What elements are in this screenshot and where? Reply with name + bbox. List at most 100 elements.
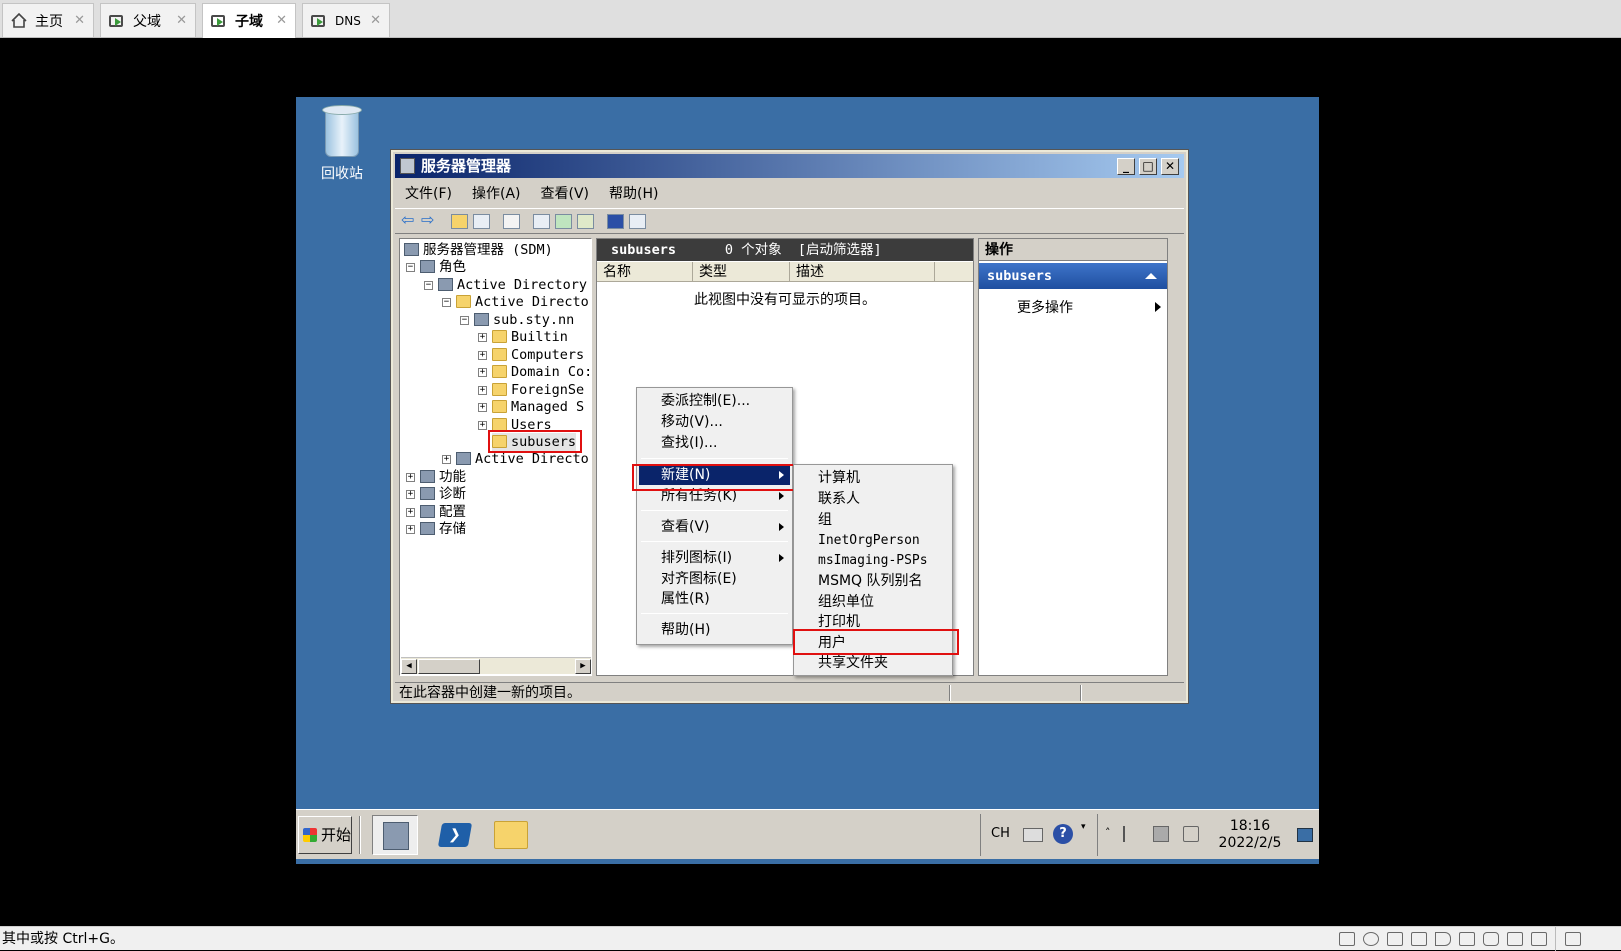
close-button[interactable]: ✕ — [1161, 158, 1179, 175]
tree-node-ad-ds[interactable]: Active Directory — [438, 276, 587, 294]
expand-icon[interactable]: + — [442, 455, 451, 464]
sound-icon[interactable] — [1435, 932, 1451, 946]
tree-node-managed-service[interactable]: Managed S — [492, 398, 584, 416]
tree-node-configuration[interactable]: 配置 — [420, 503, 466, 521]
console-tree[interactable]: 服务器管理器 (SDM) − 角色 − Active Directory − A… — [399, 238, 592, 676]
tree-node-ad-sites[interactable]: Active Directo — [456, 450, 589, 468]
menu-item-view[interactable]: 查看(V) — [639, 517, 790, 537]
usb-device-icon[interactable] — [1459, 932, 1475, 946]
menu-file[interactable]: 文件(F) — [395, 183, 462, 203]
close-icon[interactable]: ✕ — [74, 13, 85, 28]
column-header-description[interactable]: 描述 — [790, 262, 935, 282]
close-icon[interactable]: ✕ — [276, 13, 287, 28]
menu-item-arrange-icons[interactable]: 排列图标(I) — [639, 548, 790, 568]
menu-item-line-up-icons[interactable]: 对齐图标(E) — [639, 569, 790, 589]
action-pane-icon[interactable] — [629, 214, 646, 229]
menu-item-properties[interactable]: 属性(R) — [639, 589, 790, 609]
help-icon[interactable]: ? — [1053, 824, 1073, 844]
volume-muted-icon[interactable] — [1183, 826, 1199, 842]
menu-action[interactable]: 操作(A) — [462, 183, 531, 203]
options-chevron-icon[interactable]: ▾ — [1081, 822, 1086, 832]
server-manager-taskbar-icon[interactable] — [372, 815, 418, 855]
keyboard-icon[interactable] — [1023, 828, 1043, 842]
menu-view[interactable]: 查看(V) — [531, 183, 600, 203]
submenu-item-group[interactable]: 组 — [796, 510, 950, 530]
message-icon[interactable] — [1565, 932, 1581, 946]
expand-icon[interactable]: + — [406, 508, 415, 517]
display-icon[interactable] — [1531, 932, 1547, 946]
network-adapter-icon[interactable] — [1387, 932, 1403, 946]
tray-clock[interactable]: 18:16 2022/2/5 — [1215, 818, 1285, 852]
show-hidden-icons-icon[interactable]: ˄ — [1105, 826, 1111, 839]
submenu-item-computer[interactable]: 计算机 — [796, 468, 950, 488]
menu-item-help[interactable]: 帮助(H) — [639, 620, 790, 640]
menu-item-find[interactable]: 查找(I)... — [639, 433, 790, 453]
column-header-name[interactable]: 名称 — [597, 262, 693, 282]
expand-icon[interactable]: + — [478, 333, 487, 342]
tree-node-diagnostics[interactable]: 诊断 — [420, 485, 466, 503]
maximize-button[interactable]: □ — [1139, 158, 1157, 175]
close-icon[interactable]: ✕ — [176, 13, 187, 28]
column-header-type[interactable]: 类型 — [693, 262, 790, 282]
export-icon[interactable] — [577, 214, 594, 229]
host-tab-dns[interactable]: DNS ✕ — [302, 3, 390, 37]
submenu-item-msmq-alias[interactable]: MSMQ 队列别名 — [796, 571, 950, 591]
help-icon[interactable] — [607, 214, 624, 229]
expand-icon[interactable]: + — [478, 386, 487, 395]
submenu-item-ou[interactable]: 组织单位 — [796, 592, 950, 612]
scroll-left-arrow-icon[interactable]: ◀ — [401, 659, 417, 674]
tree-node-domain[interactable]: sub.sty.nn — [474, 311, 574, 329]
host-tab-parent-domain[interactable]: 父域 ✕ — [100, 3, 196, 37]
expand-icon[interactable]: + — [406, 525, 415, 534]
collapse-icon[interactable]: − — [406, 263, 415, 272]
expand-icon[interactable]: + — [478, 351, 487, 360]
window-titlebar[interactable]: 服务器管理器 _ □ ✕ — [395, 154, 1184, 178]
tree-node-features[interactable]: 功能 — [420, 468, 466, 486]
tree-node-server-manager[interactable]: 服务器管理器 (SDM) — [404, 241, 553, 259]
collapse-icon[interactable]: − — [442, 298, 451, 307]
vm-desktop[interactable]: 回收站 服务器管理器 _ □ ✕ 文件(F) 操作(A) 查看(V) 帮助(H)… — [296, 97, 1319, 864]
scroll-thumb[interactable] — [418, 659, 480, 674]
more-actions-link[interactable]: 更多操作 — [1017, 297, 1073, 317]
forward-arrow-icon[interactable]: ⇨ — [421, 212, 438, 229]
tree-node-foreign-security[interactable]: ForeignSe — [492, 381, 584, 399]
show-tree-icon[interactable] — [473, 214, 490, 229]
explorer-folder-icon[interactable] — [488, 815, 534, 855]
network-icon[interactable] — [1153, 826, 1169, 842]
menu-help[interactable]: 帮助(H) — [599, 183, 668, 203]
collapse-up-icon[interactable] — [1145, 273, 1157, 279]
powershell-icon[interactable]: ❯ — [432, 815, 478, 855]
recycle-bin[interactable]: 回收站 — [312, 103, 372, 183]
collapse-icon[interactable]: − — [460, 316, 469, 325]
submenu-item-inetorgperson[interactable]: InetOrgPerson — [796, 531, 950, 551]
actions-section-subusers[interactable]: subusers — [979, 263, 1167, 289]
usb-device-icon[interactable] — [1507, 932, 1523, 946]
submenu-item-shared-folder[interactable]: 共享文件夹 — [796, 653, 950, 673]
expand-icon[interactable]: + — [478, 368, 487, 377]
menu-item-delegate-control[interactable]: 委派控制(E)... — [639, 391, 790, 411]
submenu-item-contact[interactable]: 联系人 — [796, 489, 950, 509]
camera-icon[interactable] — [1483, 932, 1499, 946]
tree-node-domain-controllers[interactable]: Domain Co: — [492, 363, 591, 381]
show-desktop-icon[interactable] — [1297, 828, 1313, 842]
export-list-icon[interactable] — [533, 214, 550, 229]
expand-icon[interactable]: + — [406, 473, 415, 482]
submenu-item-msimaging-psps[interactable]: msImaging-PSPs — [796, 551, 950, 571]
scroll-right-arrow-icon[interactable]: ▶ — [575, 659, 591, 674]
tree-node-computers[interactable]: Computers — [492, 346, 584, 364]
minimize-button[interactable]: _ — [1117, 158, 1135, 175]
tree-node-roles[interactable]: 角色 — [420, 258, 466, 276]
tree-node-storage[interactable]: 存储 — [420, 520, 466, 538]
language-indicator[interactable]: CH — [991, 826, 1010, 841]
clipboard-icon[interactable] — [503, 214, 520, 229]
up-folder-icon[interactable] — [451, 214, 468, 229]
back-arrow-icon[interactable]: ⇦ — [401, 212, 418, 229]
expand-icon[interactable]: + — [478, 403, 487, 412]
start-button[interactable]: 开始 — [298, 816, 352, 854]
hard-disk-icon[interactable] — [1339, 932, 1355, 946]
close-icon[interactable]: ✕ — [370, 13, 381, 28]
cd-drive-icon[interactable] — [1363, 932, 1379, 946]
action-center-flag-icon[interactable] — [1123, 826, 1139, 842]
tree-node-builtin[interactable]: Builtin — [492, 328, 568, 346]
tree-horizontal-scrollbar[interactable]: ◀ ▶ — [401, 657, 591, 674]
